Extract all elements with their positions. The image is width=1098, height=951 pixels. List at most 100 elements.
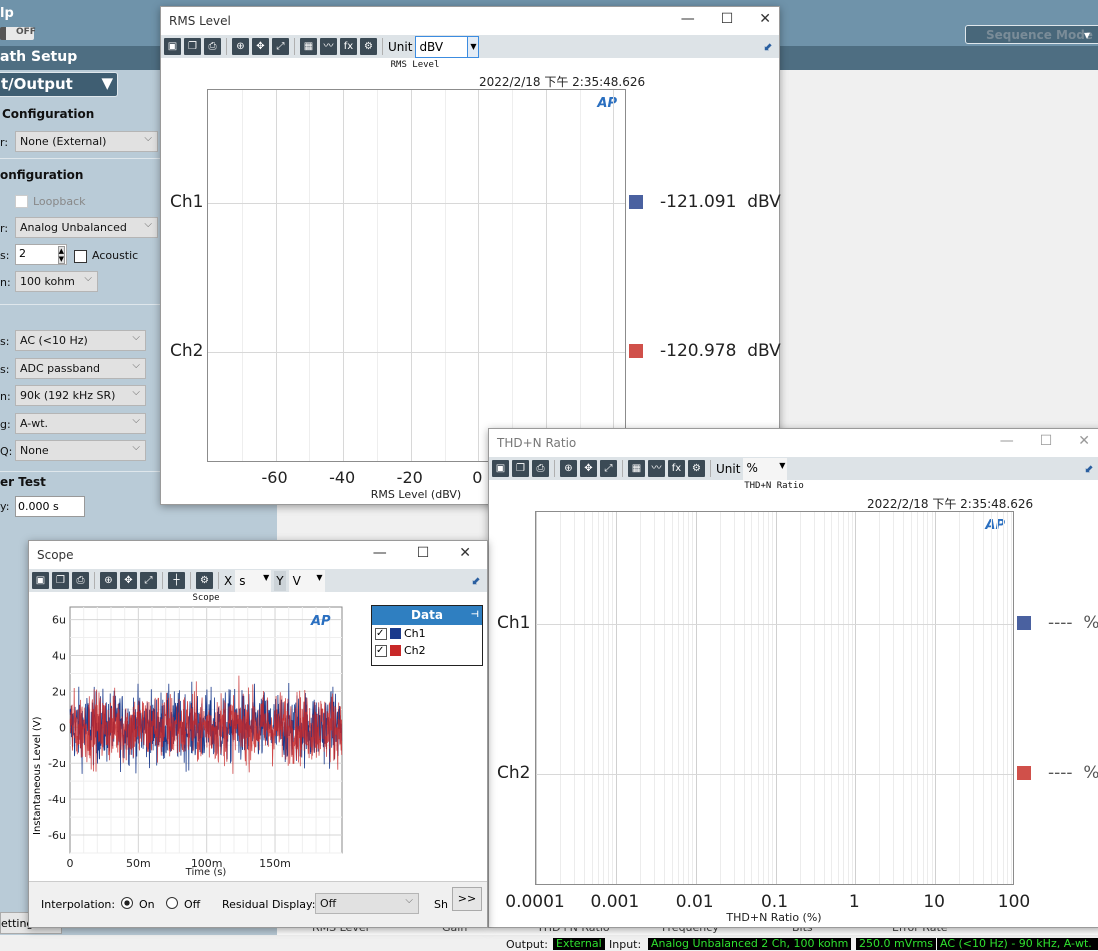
grid-line	[1011, 512, 1013, 884]
undock-icon[interactable]: ⬋	[764, 40, 773, 53]
setting-dropdown[interactable]: None	[15, 440, 146, 461]
gear-icon[interactable]: ⚙	[360, 38, 377, 55]
close-icon[interactable]: ✕	[459, 545, 471, 561]
divider	[294, 38, 295, 55]
function-icon[interactable]: fx	[340, 38, 357, 55]
filter-status[interactable]: AC (<10 Hz) - 90 kHz, A-wt.	[937, 938, 1098, 950]
grid-line	[931, 512, 933, 884]
zoom-icon[interactable]: ⊕	[560, 460, 577, 477]
scope-options-bar: Interpolation: On Off Residual Display: …	[29, 881, 487, 927]
toggle-off[interactable]: OFF	[0, 27, 36, 40]
generator-dropdown[interactable]: None (External)	[15, 131, 158, 152]
menu-help[interactable]: lp	[0, 6, 14, 21]
unit-value: dBV	[419, 39, 444, 54]
impedance-dropdown[interactable]: 100 kohm	[15, 271, 98, 292]
output-status[interactable]: External	[553, 938, 605, 950]
minimize-icon[interactable]: —	[1000, 433, 1014, 449]
interpolation-on-radio[interactable]	[121, 897, 133, 909]
maximize-icon[interactable]: ☐	[1040, 433, 1053, 449]
scope-plot[interactable]: 6u4u2u0-2u-4u-6u0 50m 100m 150m	[29, 601, 369, 876]
x-tick-label: 0.0001	[505, 892, 565, 912]
zoom-icon[interactable]: ⊕	[100, 572, 117, 589]
thdn-title-bar[interactable]: THD+N Ratio — ☐ ✕	[489, 429, 1098, 457]
rms-plot-area[interactable]: AP	[207, 89, 626, 462]
legend-item-ch2[interactable]: ✓ Ch2	[372, 642, 482, 659]
close-icon[interactable]: ✕	[759, 11, 771, 27]
pin-icon[interactable]: ⊣	[471, 606, 479, 625]
grid-line	[574, 512, 576, 884]
stepper-arrows-icon[interactable]: ▲ ▼	[57, 246, 65, 264]
y-tick-label: 0	[59, 721, 66, 734]
copy-icon[interactable]: ❐	[52, 572, 69, 589]
function-icon[interactable]: fx	[668, 460, 685, 477]
channels-stepper[interactable]: 2 ▲ ▼	[15, 244, 67, 265]
zoom-icon[interactable]: ⊕	[232, 38, 249, 55]
expand-button[interactable]: >>	[452, 887, 482, 911]
level-status[interactable]: 250.0 mVrms	[856, 938, 937, 950]
grid-line	[831, 512, 833, 884]
minimize-icon[interactable]: —	[681, 11, 695, 27]
sequence-mode-dropdown[interactable]: Sequence Mode ▾	[965, 25, 1098, 44]
fit-icon[interactable]: ⤢	[272, 38, 289, 55]
grid-line	[893, 512, 895, 884]
cursor-icon[interactable]: ┼	[168, 572, 185, 589]
pan-icon[interactable]: ✥	[580, 460, 597, 477]
ch2-swatch	[390, 645, 401, 656]
save-icon[interactable]: ▣	[164, 38, 181, 55]
input-label: Input:	[609, 938, 642, 951]
acoustic-checkbox[interactable]	[74, 250, 87, 263]
checkbox-checked-icon[interactable]: ✓	[375, 627, 387, 640]
fit-icon[interactable]: ⤢	[600, 460, 617, 477]
fit-icon[interactable]: ⤢	[140, 572, 157, 589]
setting-dropdown[interactable]: 90k (192 kHz SR)	[15, 385, 146, 406]
graph-style-icon[interactable]: 〰	[648, 460, 665, 477]
pan-icon[interactable]: ✥	[252, 38, 269, 55]
grid-line	[608, 512, 610, 884]
residual-display-dropdown[interactable]: Off	[315, 893, 419, 914]
table-icon[interactable]: ▦	[628, 460, 645, 477]
delay-input[interactable]: 0.000 s	[15, 496, 85, 517]
y-unit-dropdown[interactable]: V ▼	[288, 569, 325, 592]
setting-dropdown[interactable]: A-wt.	[15, 412, 146, 434]
unit-dropdown[interactable]: dBV ▼	[415, 35, 480, 58]
x-tick-label: 1	[848, 892, 860, 912]
graph-style-icon[interactable]: 〰	[320, 38, 337, 55]
grid-line	[309, 90, 311, 461]
rms-title-bar[interactable]: RMS Level — ☐ ✕	[161, 7, 779, 35]
legend-item-ch1[interactable]: ✓ Ch1	[372, 625, 482, 642]
scope-title-bar[interactable]: Scope — ☐ ✕	[29, 541, 487, 569]
copy-icon[interactable]: ❐	[184, 38, 201, 55]
save-icon[interactable]: ▣	[32, 572, 49, 589]
unit-dropdown[interactable]: % ▼	[743, 457, 788, 480]
maximize-icon[interactable]: ☐	[721, 11, 734, 27]
grid-line	[719, 512, 721, 884]
close-icon[interactable]: ✕	[1078, 433, 1090, 449]
print-icon[interactable]: ⎙	[532, 460, 549, 477]
section-dropdown[interactable]: t/Output ▼	[0, 72, 118, 97]
setting-dropdown[interactable]: ADC passband	[15, 357, 146, 379]
print-icon[interactable]: ⎙	[204, 38, 221, 55]
undock-icon[interactable]: ⬋	[472, 574, 481, 587]
grid-line	[512, 90, 514, 461]
x-tick-label: 0	[67, 857, 74, 870]
checkbox-checked-icon[interactable]: ✓	[375, 644, 387, 657]
loopback-checkbox[interactable]	[15, 195, 28, 208]
table-icon[interactable]: ▦	[300, 38, 317, 55]
x-unit-dropdown[interactable]: s ▼	[235, 569, 272, 592]
gear-icon[interactable]: ⚙	[196, 572, 213, 589]
copy-icon[interactable]: ❐	[512, 460, 529, 477]
thdn-plot-area[interactable]: AP	[535, 511, 1014, 885]
connector-dropdown[interactable]: Analog Unbalanced	[15, 217, 158, 238]
pan-icon[interactable]: ✥	[120, 572, 137, 589]
undock-icon[interactable]: ⬋	[1085, 462, 1094, 475]
print-icon[interactable]: ⎙	[72, 572, 89, 589]
save-icon[interactable]: ▣	[492, 460, 509, 477]
setting-dropdown[interactable]: AC (<10 Hz)	[15, 330, 146, 351]
input-status[interactable]: Analog Unbalanced 2 Ch, 100 kohm	[648, 938, 852, 950]
maximize-icon[interactable]: ☐	[417, 545, 430, 561]
grid-line	[613, 90, 615, 461]
ch2-reading: ---- %	[1048, 763, 1098, 783]
gear-icon[interactable]: ⚙	[688, 460, 705, 477]
interpolation-off-radio[interactable]	[166, 897, 178, 909]
minimize-icon[interactable]: —	[373, 545, 387, 561]
